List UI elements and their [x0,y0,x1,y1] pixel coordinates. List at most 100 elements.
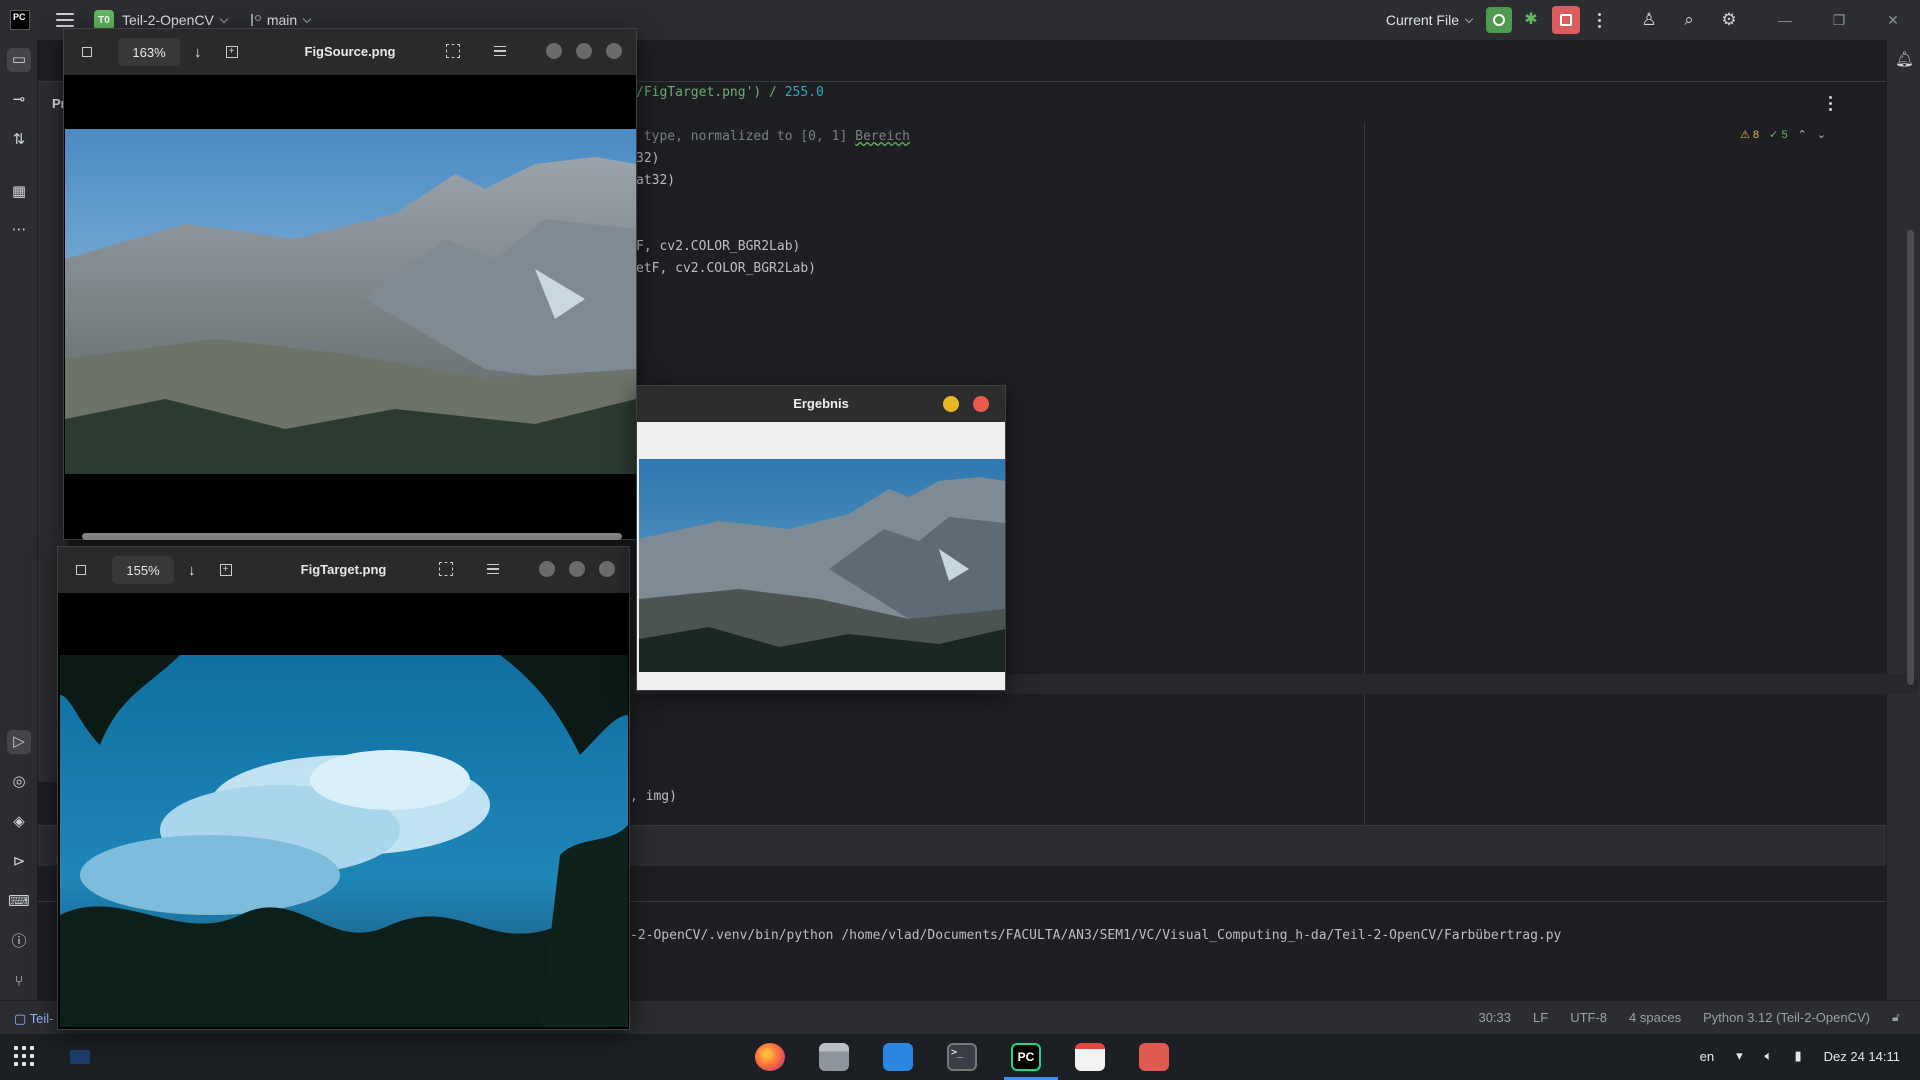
lock-icon[interactable]: 🔓︎ [1892,1010,1906,1024]
chevron-down-icon [1464,14,1474,24]
editor-scrollbar[interactable] [1907,230,1914,685]
project-badge[interactable]: T0 [94,10,114,30]
notifications-bell-icon[interactable]: 🔔︎ [1895,50,1914,68]
search-icon[interactable]: ⌕ [1678,9,1700,31]
zoom-in-button[interactable]: + [219,564,232,576]
window-minimize-button[interactable] [539,561,555,577]
system-tray: en ▾ 🔈︎ ▮ Dez 24 14:11 [1700,1048,1900,1064]
menu-icon[interactable] [487,563,499,575]
zoom-out-button[interactable] [76,565,86,575]
download-arrow-icon[interactable]: ↓ [188,562,196,579]
layers-icon[interactable]: ◈ [7,810,31,834]
fullscreen-icon[interactable] [439,562,453,576]
git-icon[interactable]: ⑂ [7,970,31,994]
settings-gear-icon[interactable]: ⚙ [1718,9,1740,31]
code-line: etF, cv2.COLOR_BGR2Lab) [636,261,817,276]
files-icon[interactable] [812,1038,856,1076]
image-viewer-source[interactable]: 163% ↓ + FigSource.png [63,28,637,540]
more-tools-icon[interactable]: ⋯ [7,218,31,242]
run-tool-icon[interactable]: ▷ [7,730,31,754]
file-encoding[interactable]: UTF-8 [1570,1010,1607,1025]
close-button[interactable] [973,396,989,412]
terminal-icon[interactable]: >_ [940,1038,984,1076]
firefox-icon[interactable] [748,1038,792,1076]
viewer-header: 155% ↓ + FigTarget.png [58,547,629,593]
ok-count: ✓ 5 [1769,129,1788,141]
chevron-down-icon[interactable]: ⌄ [1817,128,1826,141]
keyboard-layout[interactable]: en [1700,1049,1714,1064]
zoom-in-button[interactable]: + [225,46,238,58]
pycharm-logo-icon[interactable]: PC [10,10,30,30]
clock[interactable]: Dez 24 14:11 [1824,1049,1900,1064]
rerun-icon [1493,14,1505,26]
code-line: 32) [636,151,660,166]
run-command-output[interactable]: -2-OpenCV/.venv/bin/python /home/vlad/Do… [630,928,1561,943]
status-breadcrumb[interactable]: ▢ Teil- [14,1011,54,1027]
battery-icon[interactable]: ▮ [1794,1048,1801,1064]
image-viewer-target[interactable]: 155% ↓ + FigTarget.png [57,546,630,1030]
minimize-button[interactable] [943,396,959,412]
zoom-level[interactable]: 155% [112,556,174,584]
project-switcher[interactable]: Teil-2-OpenCV [122,12,229,28]
document-viewer-icon[interactable] [1068,1038,1112,1076]
dock: >_ PC [748,1038,1176,1080]
close-window-button[interactable]: ✕ [1882,12,1904,29]
code-line: , img) [630,789,677,804]
inspection-widget[interactable]: ⚠ 8 ✓ 5 ⌃ ⌄ [1740,128,1826,141]
left-tool-strip: ▭ ⊸ ⇅ ▦ ⋯ ▷ ◎ ◈ ⊳ ⌨ ⓘ ⑂ [0,40,38,1000]
branch-switcher[interactable]: main [267,12,312,28]
zoom-out-button[interactable] [82,47,92,57]
window-close-button[interactable] [606,43,622,59]
project-folder-icon[interactable]: ▭ [7,48,31,72]
caret-position[interactable]: 30:33 [1478,1010,1511,1025]
chevron-up-icon[interactable]: ⌃ [1798,128,1807,141]
mountain-image [65,129,636,474]
download-arrow-icon[interactable]: ↓ [194,44,202,61]
stop-button[interactable] [1552,6,1580,34]
menu-icon[interactable] [494,45,506,57]
editor-more-icon[interactable] [1829,96,1832,111]
indentation[interactable]: 4 spaces [1629,1010,1681,1025]
result-window[interactable]: Ergebnis [636,385,1006,691]
problems-icon[interactable]: ⓘ [7,930,31,954]
restore-window-button[interactable]: ❐ [1828,12,1850,29]
add-user-icon[interactable]: ♙ [1638,9,1660,31]
zoom-level[interactable]: 163% [118,38,180,66]
more-actions-icon[interactable] [1590,12,1608,28]
screenshot-icon[interactable] [1132,1038,1176,1076]
result-window-header: Ergebnis [637,386,1005,422]
python-interpreter[interactable]: Python 3.12 (Teil-2-OpenCV) [1703,1010,1870,1025]
services-icon[interactable]: ⊳ [7,850,31,874]
right-margin-guide [1364,122,1365,862]
fullscreen-icon[interactable] [446,44,460,58]
debug-button[interactable]: ✱ [1522,11,1540,29]
main-menu-icon[interactable] [56,13,74,27]
pull-request-icon[interactable]: ⇅ [7,128,31,152]
terminal-tool-icon[interactable]: ⌨ [7,890,31,914]
window-close-button[interactable] [599,561,615,577]
store-icon[interactable] [876,1038,920,1076]
os-taskbar: >_ PC en ▾ 🔈︎ ▮ Dez 24 14:11 [0,1034,1920,1080]
minimize-window-button[interactable]: — [1774,12,1796,28]
code-line: at32) [636,173,676,188]
stop-icon [1560,14,1572,26]
pycharm-icon[interactable]: PC [1004,1038,1058,1080]
code-line: /FigTarget.png') / 255.0 [636,85,824,100]
window-maximize-button[interactable] [569,561,585,577]
rerun-button[interactable] [1486,7,1512,33]
window-maximize-button[interactable] [576,43,592,59]
app-grid-icon[interactable] [14,1046,34,1066]
structure-icon[interactable]: ▦ [7,180,31,204]
run-config-selector[interactable]: Current File [1386,12,1474,28]
wifi-icon[interactable]: ▾ [1736,1048,1743,1064]
cloud-sky-image [60,655,628,1027]
viewer-scrollbar[interactable] [82,533,622,540]
commit-icon[interactable]: ⊸ [7,88,31,112]
volume-icon[interactable]: 🔈︎ [1765,1048,1773,1064]
chevron-down-icon [219,14,229,24]
window-minimize-button[interactable] [546,43,562,59]
warnings-count: ⚠ 8 [1740,129,1760,141]
line-separator[interactable]: LF [1533,1010,1548,1025]
python-console-icon[interactable]: ◎ [7,770,31,794]
workspace-indicator[interactable] [70,1050,90,1064]
